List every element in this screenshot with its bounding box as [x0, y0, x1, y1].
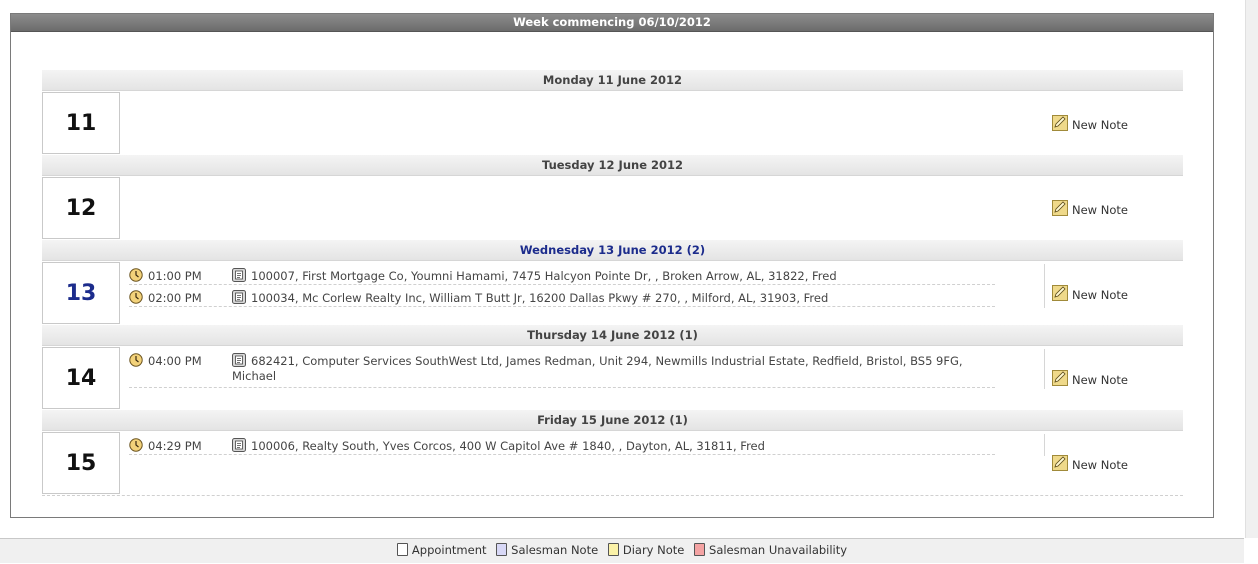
week-bottom-divider: [42, 495, 1183, 496]
entry-divider: [129, 387, 995, 388]
entry-divider: [129, 454, 995, 455]
day-number-15[interactable]: 15: [42, 432, 120, 494]
appointment-text: 682421, Computer Services SouthWest Ltd,…: [232, 354, 963, 383]
new-note-label: New Note: [1072, 203, 1128, 217]
legend-diary-note: Diary Note: [607, 539, 685, 561]
appointment-text: 100006, Realty South, Yves Corcos, 400 W…: [251, 439, 765, 453]
new-note-label: New Note: [1072, 288, 1128, 302]
column-divider: [1044, 434, 1045, 456]
clock-icon: [129, 353, 143, 367]
new-note-label: New Note: [1072, 118, 1128, 132]
appointment-time: 04:00 PM: [148, 354, 202, 368]
legend-label: Diary Note: [622, 543, 685, 557]
note-edit-icon: [1052, 370, 1068, 386]
appointment-icon: [232, 290, 246, 304]
appointment-entry[interactable]: 04:29 PM 100006, Realty South, Yves Corc…: [129, 435, 1035, 457]
legend-bar: Appointment Salesman Note Diary Note Sal…: [0, 538, 1244, 563]
appointment-entry[interactable]: 04:00 PM 682421, Computer Services South…: [129, 350, 1035, 390]
column-divider: [1044, 349, 1045, 389]
appointment-text: 100007, First Mortgage Co, Youmni Hamami…: [251, 269, 837, 283]
appointment-text: 100034, Mc Corlew Realty Inc, William T …: [251, 291, 829, 305]
legend-salesman-unavailability: Salesman Unavailability: [694, 539, 847, 561]
appointment-entry[interactable]: 02:00 PM 100034, Mc Corlew Realty Inc, W…: [129, 287, 1035, 309]
appointment-time: 01:00 PM: [148, 269, 202, 283]
appointment-icon: [232, 438, 246, 452]
legend-label: Salesman Note: [511, 543, 599, 557]
day-number-14[interactable]: 14: [42, 347, 120, 409]
appointment-swatch-icon: [396, 543, 408, 556]
day-entries-wednesday: 01:00 PM 100007, First Mortgage Co, Youm…: [129, 265, 1035, 309]
day-number-12[interactable]: 12: [42, 177, 120, 239]
diary-note-swatch-icon: [607, 543, 619, 556]
new-note-label: New Note: [1072, 458, 1128, 472]
salesman-unavailability-swatch-icon: [694, 543, 706, 556]
day-header-thursday: Thursday 14 June 2012 (1): [42, 325, 1183, 346]
entry-divider: [129, 306, 995, 307]
day-header-monday: Monday 11 June 2012: [42, 70, 1183, 91]
day-number-13[interactable]: 13: [42, 262, 120, 324]
note-edit-icon: [1052, 115, 1068, 131]
day-header-tuesday: Tuesday 12 June 2012: [42, 155, 1183, 176]
appointment-time: 02:00 PM: [148, 291, 202, 305]
note-edit-icon: [1052, 455, 1068, 471]
appointment-icon: [232, 268, 246, 282]
day-header-wednesday: Wednesday 13 June 2012 (2): [42, 240, 1183, 261]
day-entries-friday: 04:29 PM 100006, Realty South, Yves Corc…: [129, 435, 1035, 457]
vertical-scrollbar[interactable]: [1245, 0, 1258, 538]
clock-icon: [129, 268, 143, 282]
note-edit-icon: [1052, 200, 1068, 216]
legend-appointment: Appointment: [396, 539, 487, 561]
appointment-time: 04:29 PM: [148, 439, 202, 453]
day-entries-thursday: 04:00 PM 682421, Computer Services South…: [129, 350, 1035, 390]
week-title: Week commencing 06/10/2012: [11, 14, 1213, 32]
legend-label: Salesman Unavailability: [709, 543, 848, 557]
day-header-friday: Friday 15 June 2012 (1): [42, 410, 1183, 431]
legend-label: Appointment: [411, 543, 487, 557]
appointment-entry[interactable]: 01:00 PM 100007, First Mortgage Co, Youm…: [129, 265, 1035, 287]
note-edit-icon: [1052, 285, 1068, 301]
column-divider: [1044, 264, 1045, 308]
salesman-note-swatch-icon: [496, 543, 508, 556]
week-panel: Week commencing 06/10/2012 Monday 11 Jun…: [10, 13, 1214, 518]
day-number-11[interactable]: 11: [42, 92, 120, 154]
clock-icon: [129, 438, 143, 452]
entry-divider: [129, 284, 995, 285]
clock-icon: [129, 290, 143, 304]
legend-salesman-note: Salesman Note: [496, 539, 598, 561]
new-note-label: New Note: [1072, 373, 1128, 387]
